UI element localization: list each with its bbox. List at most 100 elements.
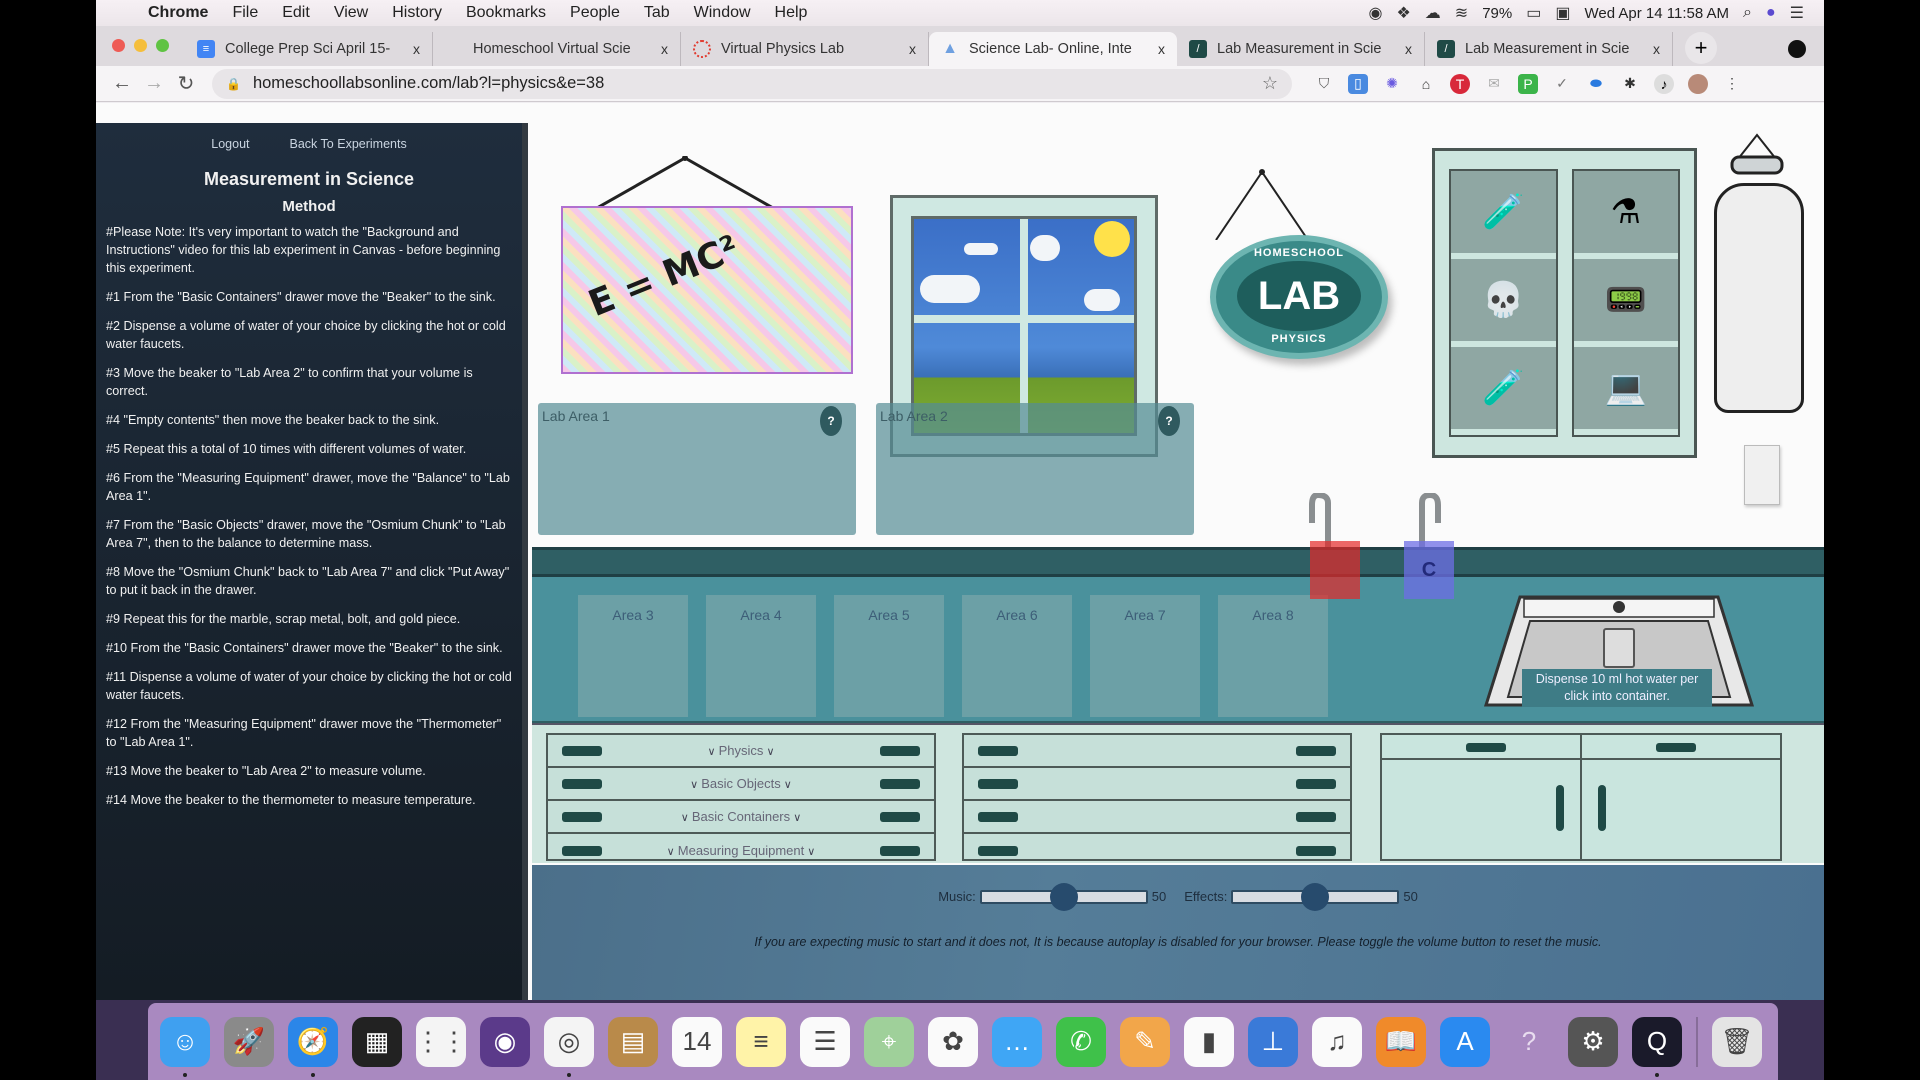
dock-keynote-icon[interactable]: ⊥ (1248, 1016, 1298, 1067)
help-icon[interactable]: ? (820, 406, 842, 436)
dock-reminders-icon[interactable]: ☰ (800, 1016, 850, 1067)
minimize-window-button[interactable] (134, 39, 147, 52)
profile-avatar[interactable] (1688, 73, 1708, 94)
menu-view[interactable]: View (322, 4, 380, 22)
tab-science-lab[interactable]: ▲ Science Lab- Online, Inte x (929, 32, 1177, 66)
media-control-icon[interactable]: ♪ (1654, 73, 1674, 94)
home-icon[interactable]: ⌂ (1416, 74, 1436, 94)
notification-center-icon[interactable]: ☰ (1790, 3, 1804, 23)
clock[interactable]: Wed Apr 14 11:58 AM (1584, 5, 1729, 22)
dock-finder-icon[interactable]: ☺ (160, 1016, 210, 1077)
badge-extension-icon[interactable]: ✺ (1382, 74, 1402, 94)
back-to-experiments-link[interactable]: Back To Experiments (290, 137, 407, 151)
dock-app-store-icon[interactable]: A (1440, 1016, 1490, 1067)
counter-area-7[interactable]: Area 7 (1090, 595, 1200, 717)
dock-music-icon[interactable]: ♫ (1312, 1016, 1362, 1067)
close-tab-icon[interactable]: x (661, 41, 668, 57)
lab-area-2[interactable]: Lab Area 2 ? (876, 403, 1194, 535)
reader-extension-icon[interactable]: ▯ (1348, 73, 1368, 94)
forward-button[interactable]: → (138, 72, 170, 95)
dock-messages-icon[interactable]: … (992, 1016, 1042, 1067)
dock-notes-icon[interactable]: ≡ (736, 1016, 786, 1067)
counter-area-5[interactable]: Area 5 (834, 595, 944, 717)
tab-lab-measurement-2[interactable]: / Lab Measurement in Scie x (1425, 32, 1673, 66)
dock-books-icon[interactable]: 📖 (1376, 1016, 1426, 1067)
counter-area-4[interactable]: Area 4 (706, 595, 816, 717)
screen-record-icon[interactable]: ◉ (1368, 3, 1382, 23)
dropbox-icon[interactable]: ❖ (1396, 3, 1410, 23)
effects-slider[interactable] (1231, 882, 1400, 911)
dock-chrome-icon[interactable]: ◎ (544, 1016, 594, 1077)
menu-edit[interactable]: Edit (270, 4, 322, 22)
menu-file[interactable]: File (220, 4, 270, 22)
puzzle-extensions-icon[interactable]: ✱ (1620, 74, 1640, 94)
dock-quicktime-icon[interactable]: Q (1632, 1016, 1682, 1077)
menu-dots-icon[interactable]: ⋮ (1722, 74, 1742, 94)
dock-pages-icon[interactable]: ✎ (1120, 1016, 1170, 1067)
tab-homeschool-virtual[interactable]: Homeschool Virtual Scie x (433, 32, 681, 66)
check-extension-icon[interactable]: ✓ (1552, 74, 1572, 94)
drawer-measuring-equipment[interactable]: ∨ Measuring Equipment ∨ (548, 834, 934, 867)
dock-trash-icon[interactable]: 🗑 (1712, 1016, 1762, 1067)
lab-area-1[interactable]: Lab Area 1 ? (538, 403, 856, 535)
siri-icon[interactable]: ● (1766, 4, 1776, 22)
wifi-icon[interactable]: ≋ (1455, 3, 1468, 23)
menu-bookmarks[interactable]: Bookmarks (454, 4, 558, 22)
close-tab-icon[interactable]: x (413, 41, 420, 57)
dock-maps-icon[interactable]: ⌖ (864, 1016, 914, 1067)
calendar-icon[interactable]: ▣ (1555, 3, 1570, 23)
menu-history[interactable]: History (380, 4, 454, 22)
bookmark-star-icon[interactable]: ☆ (1262, 73, 1278, 94)
counter-area-3[interactable]: Area 3 (578, 595, 688, 717)
new-tab-button[interactable]: + (1685, 32, 1717, 64)
green-p-extension-icon[interactable]: P (1518, 73, 1538, 94)
music-slider-thumb[interactable] (1049, 882, 1078, 911)
light-switch[interactable] (1744, 445, 1780, 505)
dock-siri-icon[interactable]: ◉ (480, 1016, 530, 1067)
drawer-basic-containers[interactable]: ∨ Basic Containers ∨ (548, 801, 934, 834)
lock-icon[interactable]: 🔒 (226, 77, 241, 91)
close-tab-icon[interactable]: x (1653, 41, 1660, 57)
dock-app-grid-icon[interactable]: ⋮⋮ (415, 1016, 467, 1067)
drawer-basic-objects[interactable]: ∨ Basic Objects ∨ (548, 768, 934, 801)
mail-extension-icon[interactable]: ✉ (1484, 74, 1504, 94)
dock-numbers-icon[interactable]: ▮ (1184, 1016, 1234, 1067)
cold-water-valve[interactable]: C (1404, 541, 1454, 599)
tab-college-prep[interactable]: ≡ College Prep Sci April 15- x (185, 32, 433, 66)
dock-unknown-app-icon[interactable]: ? (1504, 1017, 1554, 1067)
tab-lab-measurement-1[interactable]: / Lab Measurement in Scie x (1177, 32, 1425, 66)
counter-area-8[interactable]: Area 8 (1218, 595, 1328, 717)
menu-window[interactable]: Window (682, 4, 763, 22)
tab-search-icon[interactable] (1788, 40, 1806, 58)
dock-safari-icon[interactable]: 🧭 (288, 1016, 338, 1077)
logout-link[interactable]: Logout (211, 137, 249, 151)
hot-water-valve[interactable] (1310, 541, 1360, 599)
effects-slider-thumb[interactable] (1301, 882, 1330, 911)
pocket-icon[interactable]: ⛉ (1314, 74, 1334, 94)
maximize-window-button[interactable] (156, 39, 169, 52)
drawer-physics[interactable]: ∨ Physics ∨ (548, 735, 934, 768)
close-tab-icon[interactable]: x (909, 41, 916, 57)
reload-button[interactable]: ↻ (170, 71, 202, 96)
close-tab-icon[interactable]: x (1405, 41, 1412, 57)
menu-tab[interactable]: Tab (632, 4, 682, 22)
cloud-icon[interactable]: ☁ (1425, 3, 1441, 23)
battery-icon[interactable]: ▭ (1526, 3, 1541, 23)
tab-virtual-physics[interactable]: Virtual Physics Lab x (681, 32, 929, 66)
dock-system-preferences-icon[interactable]: ⚙ (1568, 1016, 1618, 1067)
counter-area-6[interactable]: Area 6 (962, 595, 1072, 717)
dock-launchpad-icon[interactable]: 🚀 (224, 1016, 274, 1067)
help-icon[interactable]: ? (1158, 406, 1180, 436)
menu-app-name[interactable]: Chrome (136, 4, 220, 22)
dock-contacts-icon[interactable]: ▤ (608, 1016, 658, 1067)
close-window-button[interactable] (112, 39, 125, 52)
address-bar[interactable]: 🔒 homeschoollabsonline.com/lab?l=physics… (212, 68, 1292, 99)
dock-facetime-icon[interactable]: ✆ (1056, 1016, 1106, 1067)
menu-people[interactable]: People (558, 4, 632, 22)
dock-photos-icon[interactable]: ✿ (928, 1016, 978, 1067)
music-slider[interactable] (979, 882, 1148, 911)
spotlight-search-icon[interactable]: ⌕ (1743, 4, 1752, 22)
dock-mission-control-icon[interactable]: ▦ (352, 1016, 402, 1067)
close-tab-icon[interactable]: x (1158, 41, 1165, 57)
dock-calendar-icon[interactable]: 14 (672, 1016, 722, 1067)
